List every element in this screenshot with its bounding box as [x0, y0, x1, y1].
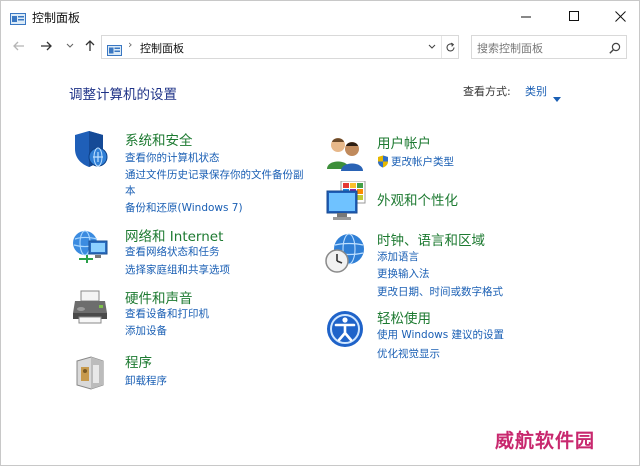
link-backup-restore[interactable]: 备份和还原(Windows 7)	[125, 200, 243, 215]
programs-icon[interactable]	[73, 351, 113, 391]
forward-button[interactable]	[37, 38, 55, 54]
category-user-accounts[interactable]: 用户帐户	[377, 132, 431, 152]
page-title: 调整计算机的设置	[69, 87, 177, 103]
address-bar[interactable]: › 控制面板	[101, 35, 459, 59]
category-system-security[interactable]: 系统和安全	[125, 129, 193, 149]
category-programs[interactable]: 程序	[125, 351, 152, 371]
minimize-button[interactable]	[503, 1, 549, 31]
search-box[interactable]: 搜索控制面板	[471, 35, 627, 59]
minimize-icon	[520, 16, 531, 17]
control-panel-window: 控制面板 › 控制面板 搜索控制面板 调整计算机的设置 查看方式: 类别 系统和…	[0, 0, 640, 466]
link-uninstall-program[interactable]: 卸载程序	[125, 373, 167, 388]
link-change-input-method[interactable]: 更换输入法	[377, 266, 430, 281]
refresh-button[interactable]	[441, 36, 459, 58]
network-icon[interactable]	[71, 225, 111, 265]
maximize-button[interactable]	[551, 1, 597, 31]
category-appearance-personalization[interactable]: 外观和个性化	[377, 189, 458, 209]
link-add-device[interactable]: 添加设备	[125, 323, 167, 338]
link-file-history-backup-cont[interactable]: 本	[125, 183, 136, 198]
close-button[interactable]	[597, 1, 640, 31]
breadcrumb-control-panel[interactable]: 控制面板	[140, 40, 184, 56]
link-file-history-backup[interactable]: 通过文件历史记录保存你的文件备份副	[125, 167, 304, 182]
arrow-up-icon	[85, 40, 95, 51]
link-optimize-visual-display[interactable]: 优化视觉显示	[377, 346, 440, 361]
control-panel-icon	[107, 41, 122, 56]
link-devices-printers[interactable]: 查看设备和打印机	[125, 306, 209, 321]
category-ease-of-access[interactable]: 轻松使用	[377, 307, 431, 327]
link-change-date-time-format[interactable]: 更改日期、时间或数字格式	[377, 284, 503, 299]
title-bar: 控制面板	[1, 1, 639, 31]
clock-globe-icon[interactable]	[323, 231, 364, 273]
link-view-computer-status[interactable]: 查看你的计算机状态	[125, 150, 220, 165]
link-change-account-type[interactable]: 更改帐户类型	[391, 154, 454, 169]
shield-icon[interactable]	[71, 129, 111, 169]
back-button[interactable]	[10, 38, 28, 54]
link-homegroup-sharing[interactable]: 选择家庭组和共享选项	[125, 262, 230, 277]
breadcrumb-separator: ›	[128, 38, 133, 51]
users-icon[interactable]	[325, 133, 365, 173]
category-hardware-sound[interactable]: 硬件和声音	[125, 287, 193, 307]
category-clock-language-region[interactable]: 时钟、语言和区域	[377, 229, 485, 249]
chevron-down-icon	[428, 44, 436, 49]
recent-locations-button[interactable]	[61, 38, 79, 54]
watermark: 威航软件园	[495, 430, 596, 452]
address-dropdown-button[interactable]	[425, 36, 439, 58]
link-add-language[interactable]: 添加语言	[377, 249, 419, 264]
printer-icon[interactable]	[71, 287, 111, 327]
control-panel-icon	[10, 10, 26, 25]
search-input[interactable]: 搜索控制面板	[477, 40, 543, 56]
view-by-label: 查看方式:	[463, 85, 511, 98]
view-by-dropdown[interactable]: 类别	[525, 83, 547, 99]
ease-of-access-icon[interactable]	[325, 309, 365, 349]
navigation-bar: › 控制面板 搜索控制面板	[1, 31, 639, 61]
category-network-internet[interactable]: 网络和 Internet	[125, 225, 223, 245]
arrow-right-icon	[41, 41, 52, 51]
arrow-left-icon	[13, 41, 24, 51]
link-network-status[interactable]: 查看网络状态和任务	[125, 244, 220, 259]
appearance-icon[interactable]	[325, 180, 366, 221]
window-title: 控制面板	[32, 11, 81, 25]
up-button[interactable]	[81, 38, 99, 54]
uac-shield-icon	[377, 153, 389, 168]
refresh-icon	[446, 42, 455, 51]
search-icon[interactable]	[608, 40, 622, 54]
maximize-icon	[568, 10, 579, 21]
link-recommended-settings[interactable]: 使用 Windows 建议的设置	[377, 327, 504, 342]
dropdown-arrow-icon[interactable]	[553, 87, 561, 102]
close-icon	[614, 10, 626, 22]
chevron-down-icon	[66, 43, 74, 48]
